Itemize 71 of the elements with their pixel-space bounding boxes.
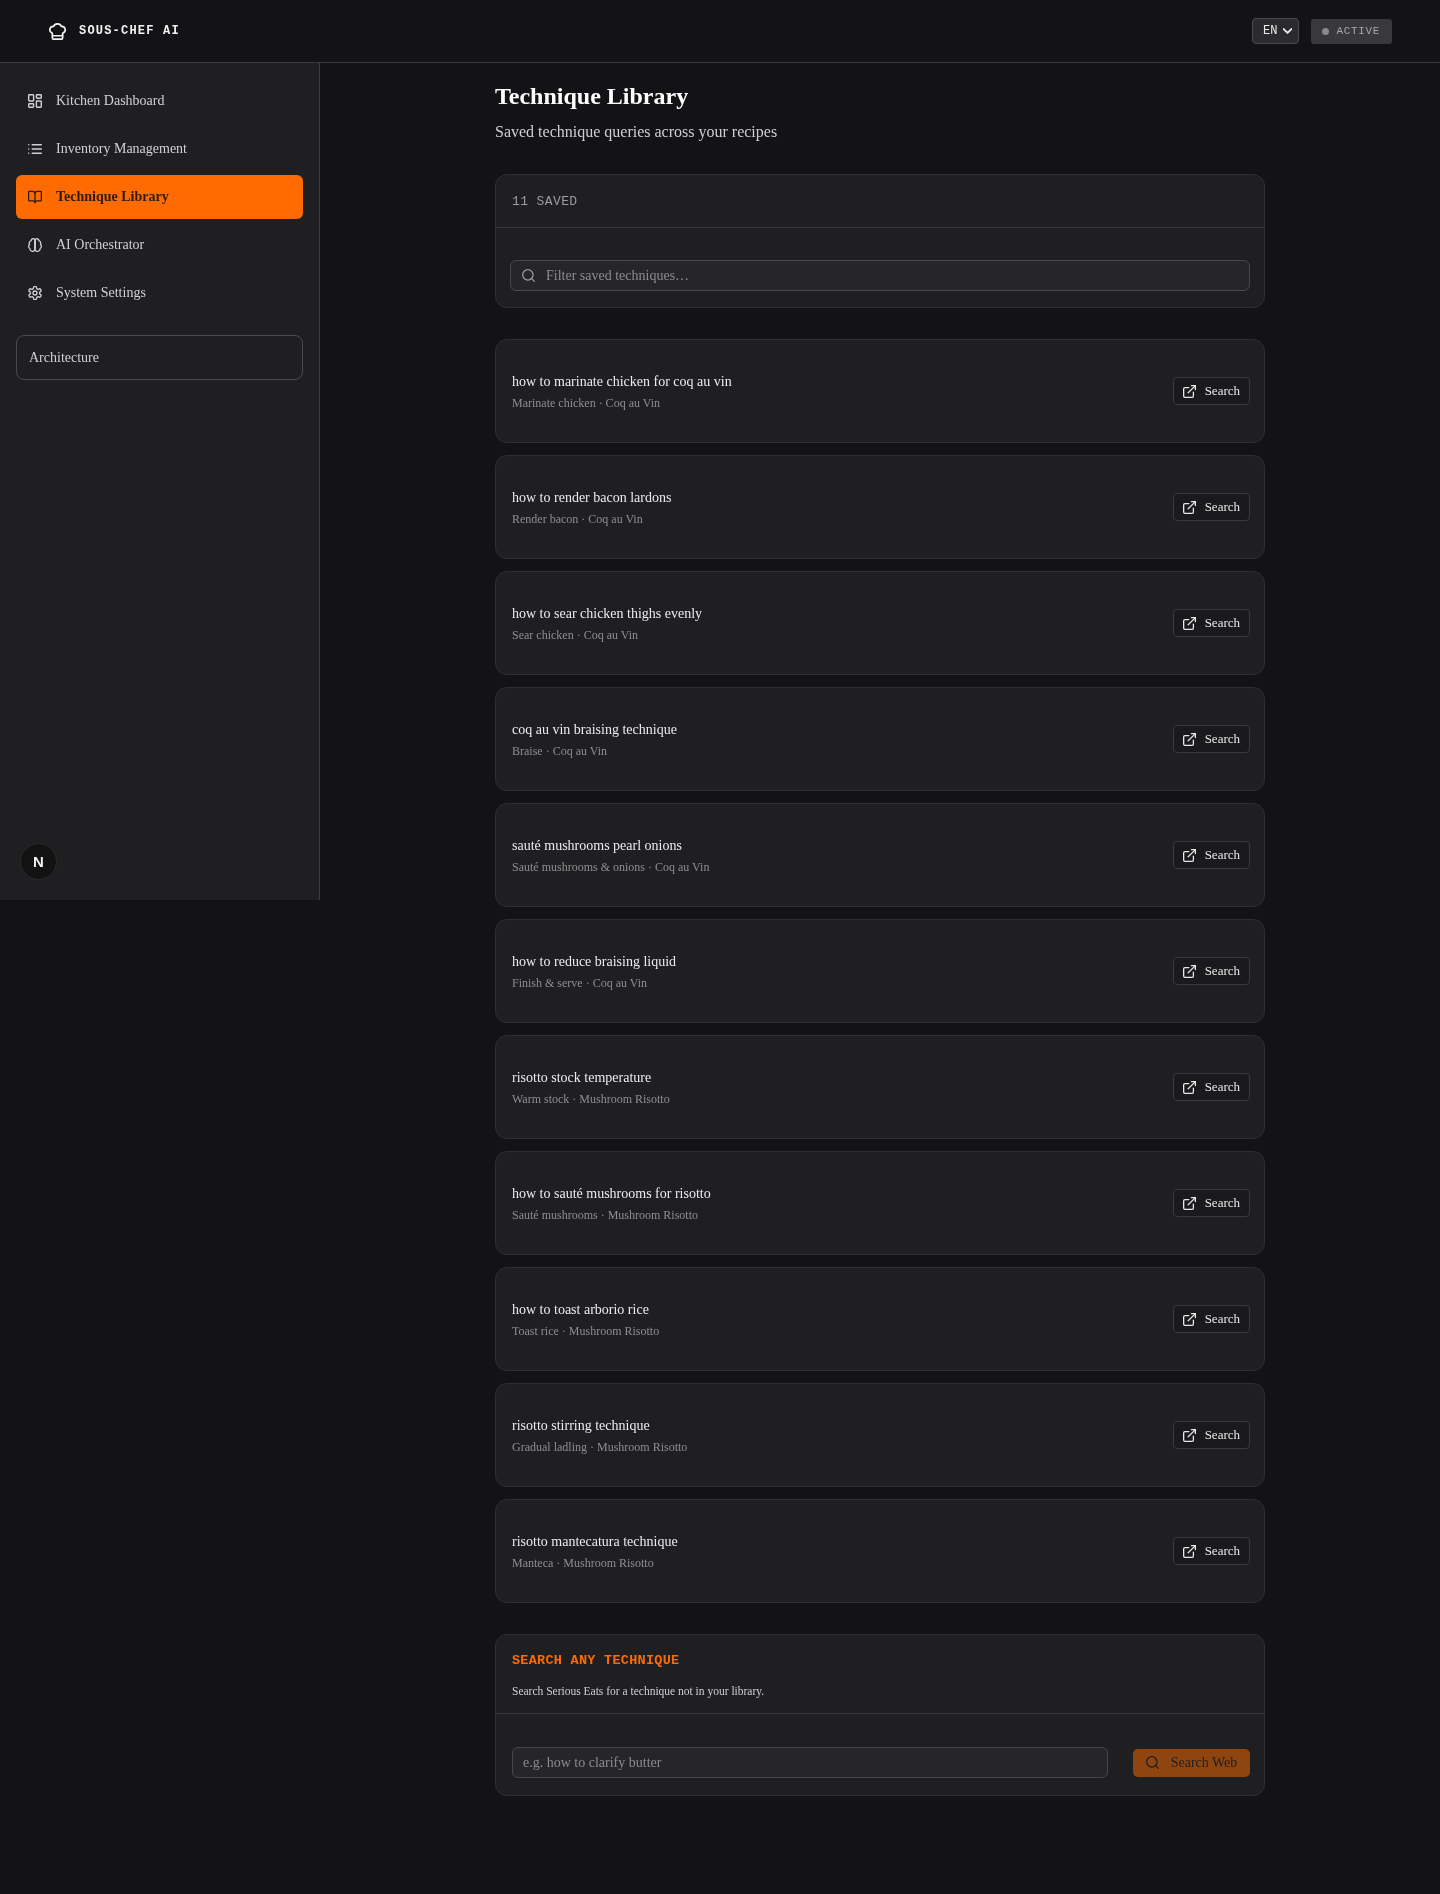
external-link-icon: [1182, 384, 1196, 398]
external-link-icon: [1182, 500, 1196, 514]
sidebar-item[interactable]: Technique Library: [16, 175, 303, 219]
sidebar-item[interactable]: Inventory Management: [16, 127, 303, 171]
search-button[interactable]: Search: [1172, 1305, 1250, 1333]
page-title: Technique Library: [495, 82, 690, 111]
web-search-description: Search Serious Eats for a technique not in your library.: [512, 1684, 766, 1699]
search-button[interactable]: Search: [1172, 1189, 1250, 1217]
search-button[interactable]: Search: [1172, 377, 1250, 405]
technique-meta: Sauté mushrooms · Mushroom Risotto: [512, 1206, 699, 1223]
language-select[interactable]: EN: [1252, 18, 1300, 44]
search-button[interactable]: Search: [1172, 1073, 1250, 1101]
page-subtitle: Saved technique queries across your recipes: [495, 122, 779, 143]
brain-icon: [28, 238, 42, 252]
status-dot-icon: [1322, 27, 1330, 35]
search-button[interactable]: Search: [1172, 725, 1250, 753]
external-link-icon: [1182, 1196, 1196, 1210]
technique-query: how to reduce braising liquid: [512, 952, 677, 971]
sidebar-item[interactable]: AI Orchestrator: [16, 223, 303, 267]
search-button[interactable]: Search: [1172, 957, 1250, 985]
technique-meta: Toast rice · Mushroom Risotto: [512, 1322, 660, 1339]
technique-meta: Warm stock · Mushroom Risotto: [512, 1090, 670, 1107]
chef-hat-icon: [49, 22, 66, 40]
technique-query: how to sauté mushrooms for risotto: [512, 1184, 711, 1203]
book-icon: [28, 190, 42, 204]
saved-count: 11 SAVED: [512, 193, 578, 209]
filter-field[interactable]: Filter saved techniques…: [510, 260, 1250, 291]
dashboard-grid-icon: [28, 94, 42, 108]
sidebar-item[interactable]: Kitchen Dashboard: [16, 79, 303, 123]
settings-icon: [28, 286, 42, 300]
technique-query: coq au vin braising technique: [512, 720, 677, 739]
brand-name: SOUS-CHEF AI: [79, 24, 180, 38]
technique-meta: Sear chicken · Coq au Vin: [512, 626, 640, 643]
web-search-field[interactable]: e.g. how to clarify butter: [512, 1747, 1108, 1778]
web-search-title: SEARCH ANY TECHNIQUE: [512, 1652, 681, 1670]
search-button[interactable]: Search: [1172, 841, 1250, 869]
technique-query: how to sear chicken thighs evenly: [512, 604, 703, 623]
technique-meta: Manteca · Mushroom Risotto: [512, 1554, 655, 1571]
search-button[interactable]: Search: [1172, 1537, 1250, 1565]
technique-meta: Sauté mushrooms & onions · Coq au Vin: [512, 858, 710, 875]
technique-query: risotto mantecatura technique: [512, 1532, 678, 1551]
technique-query: how to toast arborio rice: [512, 1300, 650, 1319]
technique-meta: Marinate chicken · Coq au Vin: [512, 394, 661, 411]
external-link-icon: [1182, 1428, 1196, 1442]
external-link-icon: [1182, 964, 1196, 978]
external-link-icon: [1182, 848, 1196, 862]
search-button[interactable]: Search: [1172, 493, 1250, 521]
list-icon: [28, 142, 42, 156]
technique-query: how to marinate chicken for coq au vin: [512, 372, 732, 391]
search-button[interactable]: Search: [1172, 1421, 1250, 1449]
status-label: ACTIVE: [1336, 25, 1380, 37]
technique-query: sauté mushrooms pearl onions: [512, 836, 683, 855]
external-link-icon: [1182, 1544, 1196, 1558]
technique-meta: Render bacon · Coq au Vin: [512, 510, 644, 527]
technique-meta: Gradual ladling · Mushroom Risotto: [512, 1438, 688, 1455]
external-link-icon: [1182, 1080, 1196, 1094]
chevron-down-icon: [1283, 28, 1293, 34]
technique-query: risotto stock temperature: [512, 1068, 653, 1087]
technique-query: how to render bacon lardons: [512, 488, 672, 507]
search-icon: [522, 269, 535, 282]
technique-meta: Finish & serve · Coq au Vin: [512, 974, 649, 991]
external-link-icon: [1182, 1312, 1196, 1326]
architecture-link[interactable]: Architecture: [16, 335, 303, 380]
external-link-icon: [1182, 616, 1196, 630]
sidebar-item[interactable]: System Settings: [16, 271, 303, 315]
search-icon: [1145, 1756, 1159, 1769]
dev-tools-badge[interactable]: N: [20, 843, 57, 880]
external-link-icon: [1182, 732, 1196, 746]
technique-meta: Braise · Coq au Vin: [512, 742, 609, 759]
search-button[interactable]: Search: [1172, 609, 1250, 637]
technique-query: risotto stirring technique: [512, 1416, 651, 1435]
